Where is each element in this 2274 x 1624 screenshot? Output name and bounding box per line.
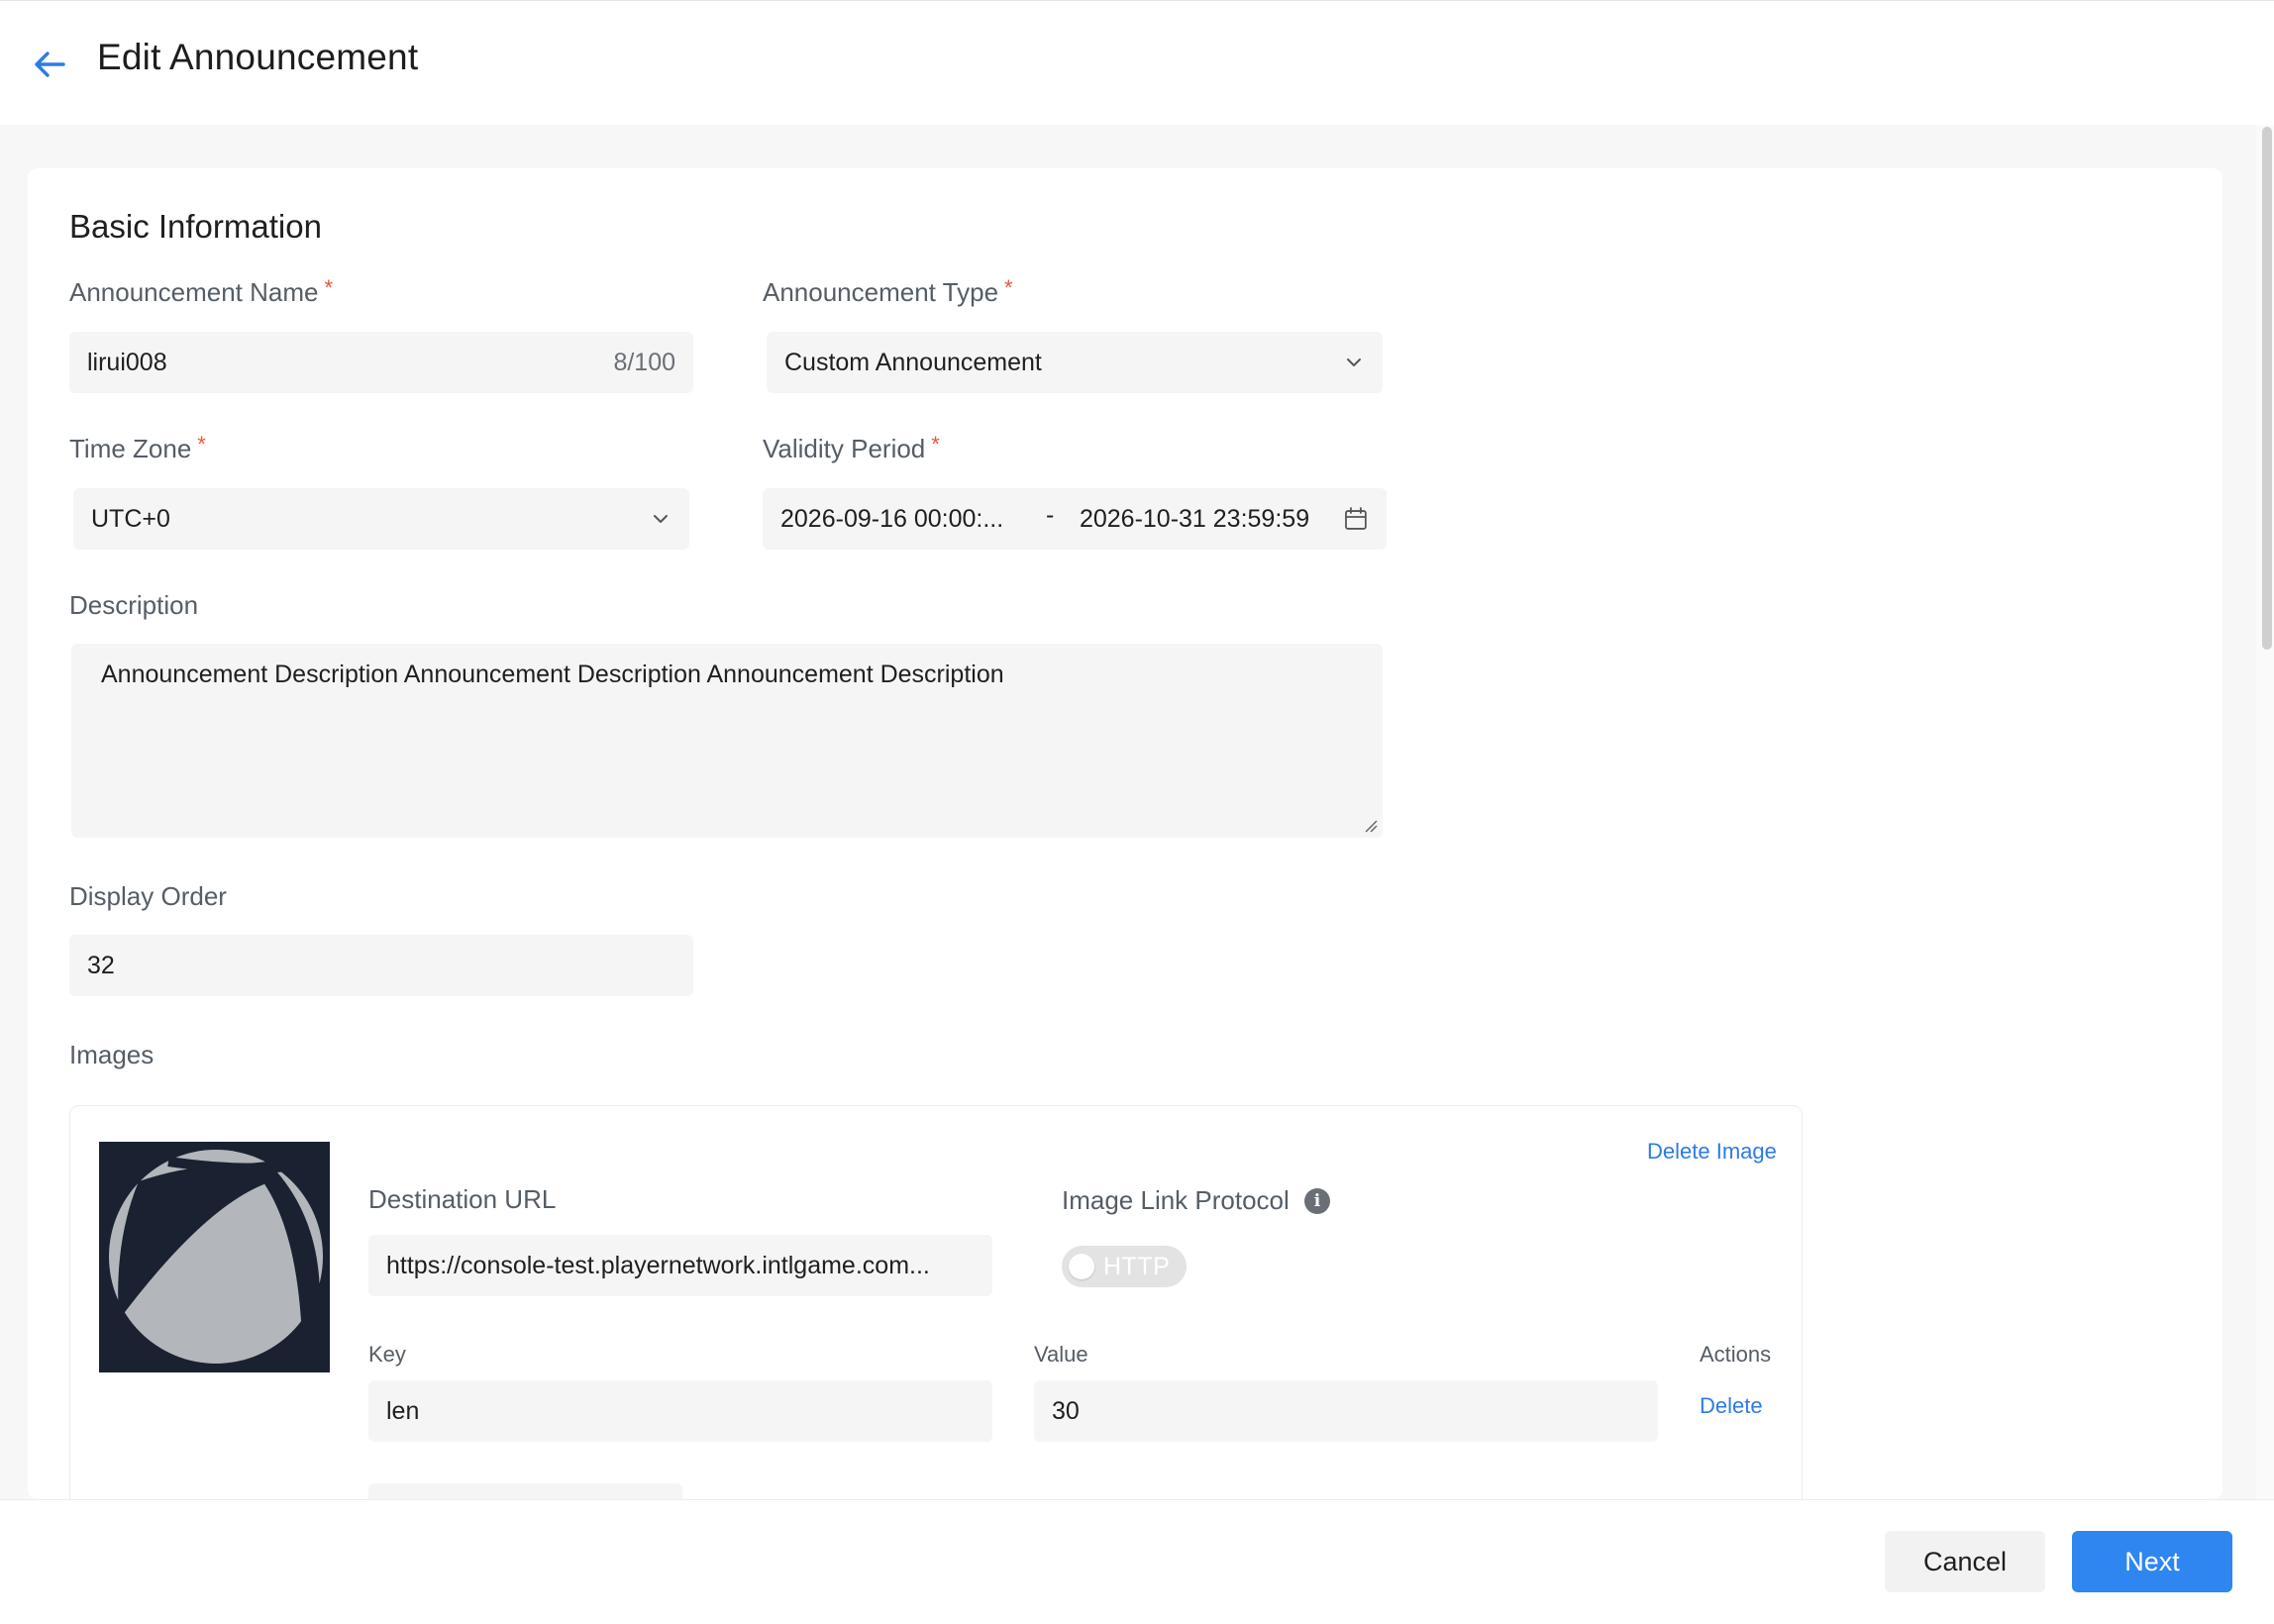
time-zone-value: UTC+0 xyxy=(91,504,170,533)
destination-url-value: https://console-test.playernetwork.intlg… xyxy=(386,1251,930,1279)
info-icon[interactable]: i xyxy=(1304,1188,1330,1214)
param-value-value: 30 xyxy=(1052,1396,1080,1425)
protocol-toggle[interactable]: HTTP xyxy=(1062,1246,1187,1287)
value-column-header: Value xyxy=(1034,1342,1088,1367)
description-label: Description xyxy=(69,590,199,620)
validity-start-input[interactable]: 2026-09-16 00:00:... xyxy=(780,505,1026,534)
key-column-header: Key xyxy=(368,1342,406,1367)
required-mark: * xyxy=(324,275,334,300)
required-mark: * xyxy=(931,432,940,457)
cancel-button[interactable]: Cancel xyxy=(1885,1531,2045,1592)
resize-grip-icon[interactable] xyxy=(1363,818,1379,834)
character-counter: 8/100 xyxy=(613,348,675,376)
chevron-down-icon xyxy=(1347,358,1361,366)
chevron-down-icon xyxy=(654,515,668,523)
param-key-input[interactable]: len xyxy=(368,1380,992,1442)
images-label: Images xyxy=(69,1040,155,1069)
delete-image-link[interactable]: Delete Image xyxy=(1647,1139,1777,1165)
param-key-value: len xyxy=(386,1396,420,1425)
validity-period-label: Validity Period * xyxy=(763,432,940,463)
time-zone-select[interactable]: UTC+0 xyxy=(73,488,689,550)
destination-url-label: Destination URL xyxy=(368,1184,557,1214)
required-mark: * xyxy=(197,432,206,457)
calendar-icon[interactable] xyxy=(1343,506,1369,532)
display-order-value: 32 xyxy=(87,951,115,979)
description-textarea[interactable]: Announcement Description Announcement De… xyxy=(71,644,1383,838)
sphere-logo-icon xyxy=(109,1150,323,1364)
display-order-label: Display Order xyxy=(69,881,227,911)
announcement-name-label: Announcement Name * xyxy=(69,275,334,307)
validity-separator: - xyxy=(1045,500,1055,529)
page-title: Edit Announcement xyxy=(97,37,419,77)
display-order-input[interactable]: 32 xyxy=(69,935,693,996)
back-arrow-icon[interactable] xyxy=(30,45,69,84)
validity-period-range-picker[interactable]: 2026-09-16 00:00:... - 2026-10-31 23:59:… xyxy=(763,488,1387,550)
announcement-type-value: Custom Announcement xyxy=(784,348,1042,376)
required-mark: * xyxy=(1004,275,1013,300)
image-thumbnail[interactable] xyxy=(99,1142,330,1372)
announcement-name-value: lirui008 xyxy=(87,348,167,376)
destination-url-input[interactable]: https://console-test.playernetwork.intlg… xyxy=(368,1235,992,1296)
validity-end-input[interactable]: 2026-10-31 23:59:59 xyxy=(1080,505,1335,534)
scrollbar-thumb[interactable] xyxy=(2262,127,2272,650)
description-value: Announcement Description Announcement De… xyxy=(101,660,1004,688)
toggle-knob xyxy=(1069,1254,1094,1279)
param-value-input[interactable]: 30 xyxy=(1034,1380,1658,1442)
next-button[interactable]: Next xyxy=(2072,1531,2232,1592)
time-zone-label: Time Zone * xyxy=(69,432,206,463)
actions-column-header: Actions xyxy=(1700,1342,1772,1367)
protocol-toggle-text: HTTP xyxy=(1103,1253,1171,1280)
delete-param-link[interactable]: Delete xyxy=(1700,1393,1763,1419)
announcement-name-input[interactable]: lirui008 8/100 xyxy=(69,332,693,393)
image-link-protocol-label: Image Link Protocol xyxy=(1062,1185,1290,1215)
section-title-basic-information: Basic Information xyxy=(69,208,322,245)
partial-field-below[interactable] xyxy=(368,1483,682,1499)
announcement-type-label: Announcement Type * xyxy=(763,275,1013,307)
page-header: Edit Announcement xyxy=(0,0,2274,125)
announcement-type-select[interactable]: Custom Announcement xyxy=(767,332,1383,393)
